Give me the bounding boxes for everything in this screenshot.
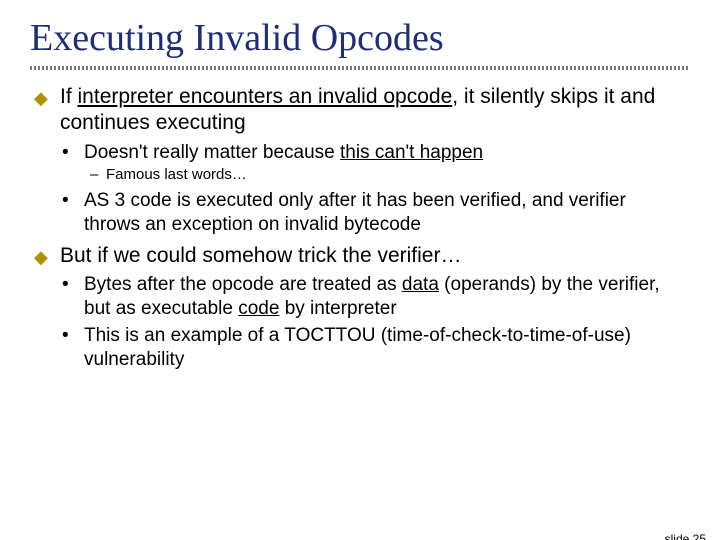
dot-icon: • (62, 324, 69, 348)
bullet-1: ◆ If interpreter encounters an invalid o… (34, 84, 686, 137)
slide: Executing Invalid Opcodes ◆ If interpret… (0, 16, 720, 540)
bullet-1-pre: If (60, 85, 78, 108)
bullet-2a-pre: Bytes after the opcode are treated as (84, 274, 402, 295)
slide-number: slide 25 (665, 532, 706, 540)
bullet-1a-underline: this can't happen (340, 142, 483, 163)
bullet-2b-text: This is an example of a TOCTTOU (time-of… (84, 325, 631, 370)
diamond-icon: ◆ (34, 87, 48, 110)
bullet-2a: • Bytes after the opcode are treated as … (62, 273, 686, 321)
bullet-1b-text: AS 3 code is executed only after it has … (84, 190, 626, 235)
bullet-1b: • AS 3 code is executed only after it ha… (62, 189, 686, 237)
title-rule (30, 66, 690, 70)
dot-icon: • (62, 273, 69, 297)
bullet-2a-u2: code (238, 298, 279, 319)
dot-icon: • (62, 189, 69, 213)
dot-icon: • (62, 141, 69, 165)
bullet-2a-u1: data (402, 274, 439, 295)
slide-title: Executing Invalid Opcodes (30, 16, 720, 60)
bullet-2-text: But if we could somehow trick the verifi… (60, 244, 461, 267)
bullet-1a-pre: Doesn't really matter because (84, 142, 340, 163)
bullet-2b: • This is an example of a TOCTTOU (time-… (62, 324, 686, 372)
bullet-1-underline: interpreter encounters an invalid opcode (78, 85, 453, 108)
bullet-1a: • Doesn't really matter because this can… (62, 141, 686, 165)
dash-icon: – (90, 166, 98, 185)
bullet-2: ◆ But if we could somehow trick the veri… (34, 243, 686, 269)
bullet-1a1-text: Famous last words… (106, 166, 247, 183)
diamond-icon: ◆ (34, 246, 48, 269)
bullet-1a1: – Famous last words… (90, 166, 686, 185)
slide-content: ◆ If interpreter encounters an invalid o… (34, 84, 686, 372)
bullet-2a-post: by interpreter (279, 298, 396, 319)
